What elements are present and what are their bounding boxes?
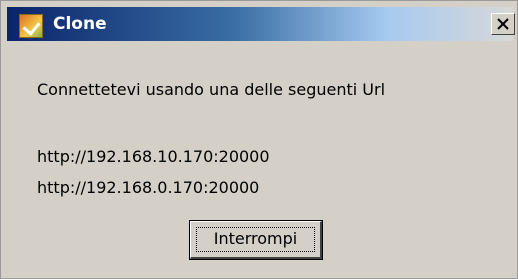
clone-dialog: Clone Connettetevi usando una delle segu… [0, 0, 518, 279]
interrompi-button[interactable]: Interrompi [189, 220, 323, 260]
interrompi-button-label: Interrompi [213, 229, 298, 248]
url-item: http://192.168.0.170:20000 [37, 178, 260, 197]
url-item: http://192.168.10.170:20000 [37, 147, 270, 166]
close-icon [497, 18, 509, 30]
close-button[interactable] [491, 13, 515, 35]
window-title: Clone [53, 14, 107, 34]
instruction-message: Connettetevi usando una delle seguenti U… [37, 80, 386, 99]
app-icon [19, 14, 43, 38]
title-bar[interactable]: Clone [7, 7, 515, 41]
